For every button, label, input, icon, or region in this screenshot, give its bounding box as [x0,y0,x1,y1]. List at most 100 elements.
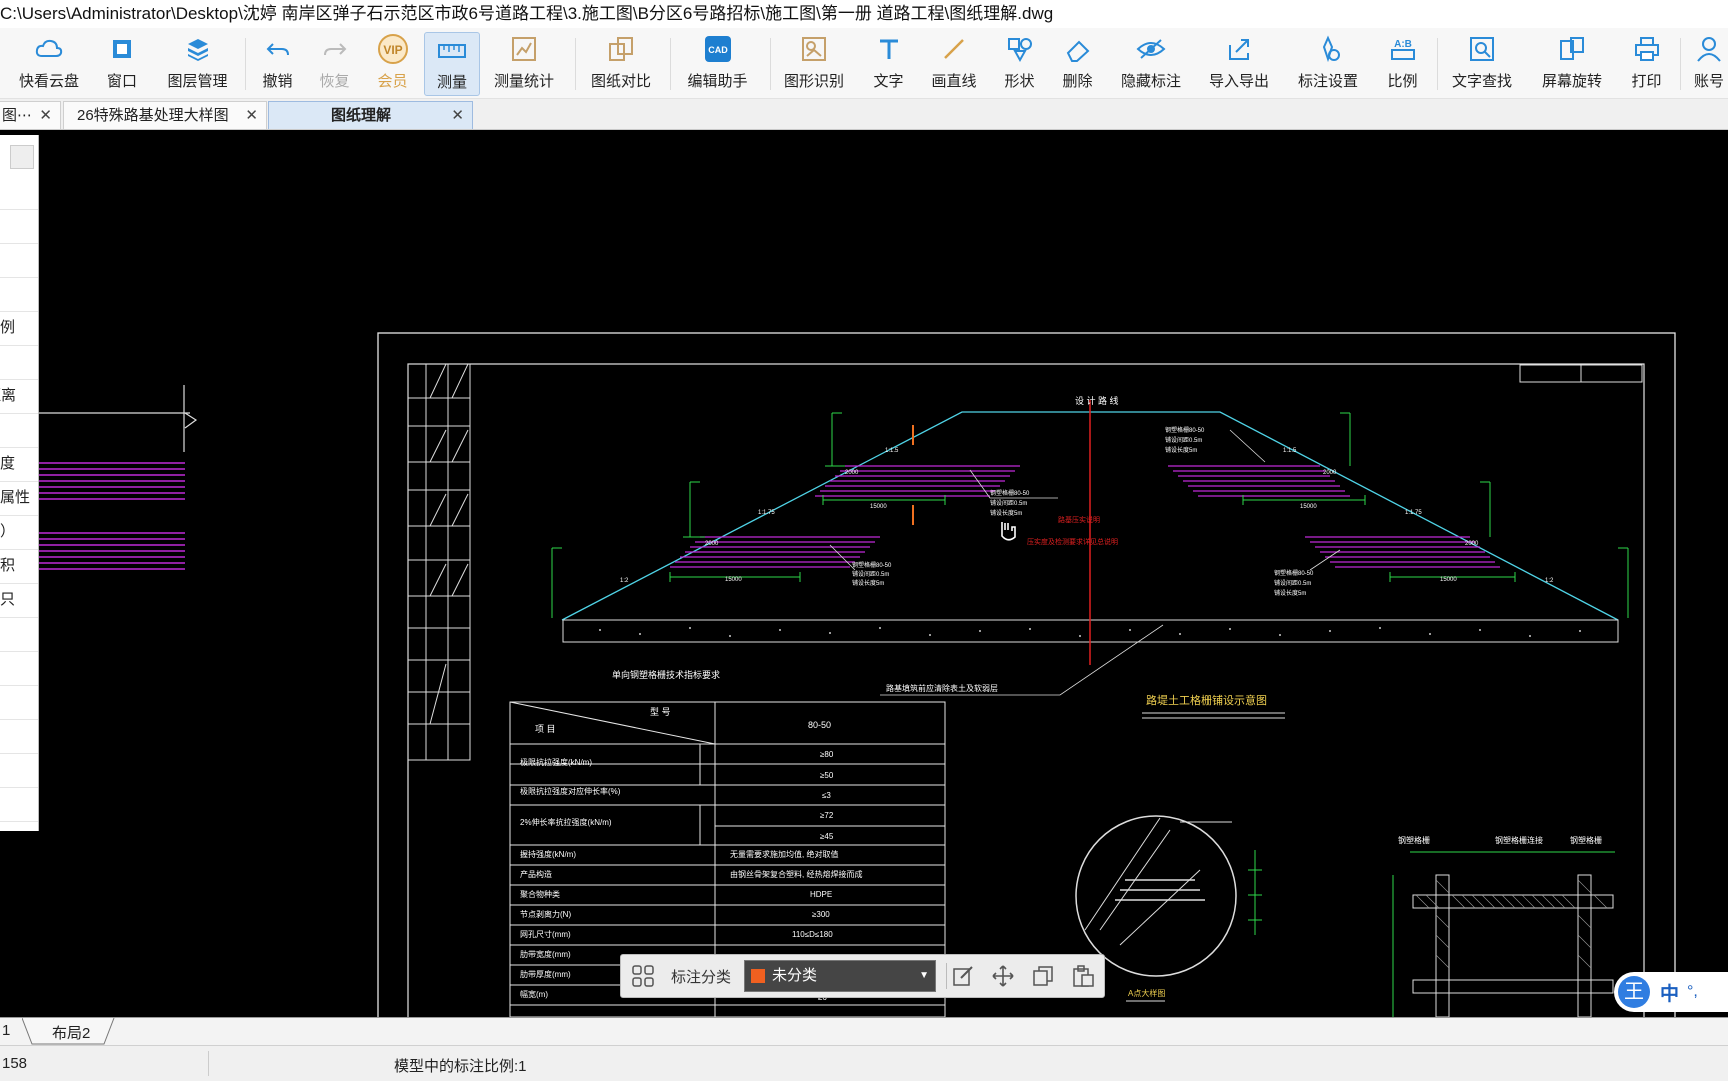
text-button[interactable]: 文字 [866,32,911,94]
panel-row[interactable] [0,413,38,448]
svg-text:网孔尺寸(mm): 网孔尺寸(mm) [520,929,571,939]
panel-row[interactable] [0,651,38,686]
svg-text:铺设长度5m: 铺设长度5m [1165,446,1197,454]
undo-icon [261,32,295,66]
undo-button[interactable]: 撤销 [255,32,300,94]
note-label: 路基填筑前应清除表土及软弱层 [886,683,998,693]
window-button[interactable]: 窗口 [92,32,152,94]
svg-text:HDPE: HDPE [810,890,832,899]
eye-hide-icon [1134,32,1168,66]
delete-button[interactable]: 删除 [1055,32,1100,94]
find-text-icon [1465,32,1499,66]
panel-row-area[interactable]: 积 [0,549,38,584]
measure-button[interactable]: 测量 [424,32,480,96]
panel-row[interactable] [0,787,38,822]
find-text-button[interactable]: 文字查找 [1446,32,1518,94]
svg-text:铺设间距0.5m: 铺设间距0.5m [990,499,1027,507]
svg-text:A:B: A:B [1394,39,1412,50]
svg-text:≥50: ≥50 [820,771,834,780]
hide-annotation-button[interactable]: 隐藏标注 [1115,32,1187,94]
panel-row[interactable] [0,243,38,278]
collapse-panel-button[interactable] [10,145,34,169]
svg-text:钢塑格栅80-50: 钢塑格栅80-50 [1274,569,1314,577]
panel-row[interactable]: ） [0,515,38,550]
window-title-bar: C:\Users\Administrator\Desktop\沈婷 南岸区弹子石… [0,0,1728,28]
panel-row[interactable] [0,175,38,210]
redo-icon [318,32,352,66]
svg-text:项 目: 项 目 [535,724,556,734]
edit-assistant-button[interactable]: CAD 编辑助手 [680,32,755,94]
layer-manager-button[interactable]: 图层管理 [160,32,235,94]
draw-line-button[interactable]: 画直线 [925,32,983,94]
measure-stats-button[interactable]: 测量统计 [488,32,560,94]
cloud-drive-button[interactable]: 快看云盘 [14,32,84,94]
svg-text:压实度及检测要求详见总说明: 压实度及检测要求详见总说明 [1027,537,1118,546]
panel-row-distance[interactable]: 距离 [0,379,38,414]
move-icon[interactable] [991,964,1015,993]
panel-row-example[interactable]: 例 [0,311,38,346]
vip-icon: VIP [376,32,410,66]
panel-row[interactable] [0,685,38,720]
svg-text:型 号: 型 号 [650,707,671,717]
ime-indicator[interactable]: 王 中 °, [1614,972,1728,1012]
tab-drawing-1[interactable]: 图⋯ ✕ [0,101,61,129]
close-icon[interactable]: ✕ [451,102,464,129]
import-export-button[interactable]: 导入导出 [1203,32,1275,94]
svg-text:铺设间距0.5m: 铺设间距0.5m [1165,436,1202,444]
print-button[interactable]: 打印 [1624,32,1669,94]
svg-text:无量需要求施加均值, 绝对取值: 无量需要求施加均值, 绝对取值 [730,849,838,859]
panel-row-degree[interactable]: 度 [0,447,38,482]
category-color-swatch [751,969,765,983]
svg-text:极限抗拉强度(kN/m): 极限抗拉强度(kN/m) [520,757,592,767]
svg-text:CAD: CAD [708,45,728,55]
svg-text:110≤D≤180: 110≤D≤180 [792,930,833,939]
panel-row[interactable] [0,345,38,380]
layout-tab-2[interactable]: 布局2 [52,1022,90,1043]
svg-text:2000: 2000 [1323,470,1337,476]
category-select[interactable]: 未分类 ▼ [744,960,936,992]
account-button[interactable]: 账号 [1690,32,1728,94]
print-icon [1630,32,1664,66]
close-icon[interactable]: ✕ [245,102,258,129]
shape-recognize-button[interactable]: 图形识别 [778,32,850,94]
panel-row[interactable] [0,719,38,754]
drawing-canvas[interactable]: 设 计 路 线 钢塑格栅80-50 铺设间距0.5m 铺设长度5m 钢塑格栅80… [0,130,1728,1017]
tab-special-subgrade[interactable]: 26特殊路基处理大样图 ✕ [63,101,267,129]
annotation-settings-button[interactable]: 标注设置 [1292,32,1364,94]
edit-icon[interactable] [951,964,975,993]
tab-drawing-understanding[interactable]: 图纸理解 ✕ [268,101,473,129]
design-route-label: 设 计 路 线 [1075,395,1119,406]
grid-apps-icon[interactable] [631,964,655,993]
cad-drawing: 设 计 路 线 钢塑格栅80-50铺设间距0.5m铺设长度5m 钢塑格栅80-5… [38,332,1676,1017]
svg-text:80-50: 80-50 [808,720,831,730]
left-properties-panel: 例 距离 度 属性 ） 积 只 [0,135,39,831]
close-icon[interactable]: ✕ [39,102,52,129]
svg-text:节点剥离力(N): 节点剥离力(N) [520,909,571,919]
rotate-screen-button[interactable]: 屏幕旋转 [1536,32,1608,94]
panel-row-property[interactable]: 属性 [0,481,38,516]
drawing-compare-button[interactable]: 图纸对比 [585,32,657,94]
layout-tab-1[interactable]: 1 [2,1022,10,1039]
svg-text:1:2: 1:2 [620,578,629,584]
copy-icon[interactable] [1031,964,1055,993]
redo-button[interactable]: 恢复 [312,32,357,94]
ruler-icon [435,33,469,67]
svg-text:路基压实说明: 路基压实说明 [1058,515,1100,524]
svg-text:1:1.75: 1:1.75 [1405,510,1422,516]
panel-row[interactable] [0,617,38,652]
svg-text:钢塑格栅连接: 钢塑格栅连接 [1495,835,1543,845]
measure-stats-icon [507,32,541,66]
table-title: 单向钢塑格栅技术指标要求 [612,669,720,680]
annotation-scale-text: 模型中的标注比例:1 [394,1058,527,1075]
vip-button[interactable]: VIP 会员 [370,32,415,94]
panel-row[interactable] [0,753,38,788]
paste-icon[interactable] [1071,964,1095,993]
annotation-settings-icon [1311,32,1345,66]
svg-text:≤3: ≤3 [822,791,831,800]
scale-button[interactable]: A:B 比例 [1380,32,1425,94]
panel-row[interactable]: 只 [0,583,38,618]
panel-row[interactable] [0,277,38,312]
panel-row[interactable] [0,209,38,244]
shape-button[interactable]: 形状 [997,32,1042,94]
svg-text:15000: 15000 [870,504,887,510]
